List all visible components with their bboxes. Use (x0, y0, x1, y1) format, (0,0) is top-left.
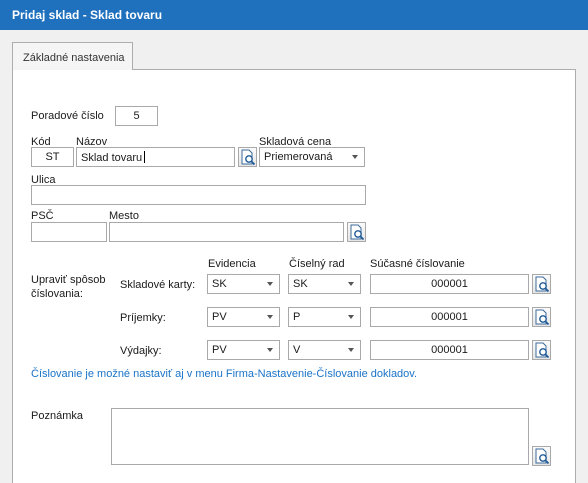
vydajky-lookup-button[interactable] (532, 340, 551, 360)
search-document-icon (241, 149, 256, 166)
chevron-down-icon (267, 348, 273, 352)
poradove-cislo-input[interactable]: 5 (115, 106, 158, 126)
chevron-down-icon (267, 282, 273, 286)
chevron-down-icon (267, 315, 273, 319)
vydajky-evidencia-select[interactable]: PV (207, 340, 280, 360)
nazov-input[interactable]: Sklad tovaru (76, 147, 235, 167)
search-document-icon (535, 276, 550, 293)
skladove-karty-evidencia-select[interactable]: SK (207, 274, 280, 294)
chevron-down-icon (348, 348, 354, 352)
poznamka-lookup-button[interactable] (532, 446, 551, 466)
skladove-karty-lookup-button[interactable] (532, 274, 551, 294)
chevron-down-icon (352, 155, 358, 159)
skladove-karty-current-input[interactable]: 000001 (370, 274, 529, 294)
skladova-cena-select[interactable]: Priemerovaná (259, 147, 365, 167)
kod-input[interactable]: ST (31, 147, 74, 167)
sucasne-cislovanie-header: Súčasné číslovanie (370, 258, 465, 270)
poznamka-textarea[interactable] (111, 408, 529, 465)
skladove-karty-rad-select[interactable]: SK (288, 274, 361, 294)
prijemky-label: Príjemky: (120, 312, 166, 324)
prijemky-lookup-button[interactable] (532, 307, 551, 327)
mesto-label: Mesto (109, 210, 139, 222)
vydajky-evidencia-value: PV (212, 344, 227, 356)
prijemky-rad-select[interactable]: P (288, 307, 361, 327)
chevron-down-icon (348, 282, 354, 286)
nazov-lookup-button[interactable] (238, 147, 257, 167)
search-document-icon (350, 224, 365, 241)
search-document-icon (535, 342, 550, 359)
skladove-karty-rad-value: SK (293, 278, 308, 290)
skladove-karty-evidencia-value: SK (212, 278, 227, 290)
prijemky-evidencia-select[interactable]: PV (207, 307, 280, 327)
poradove-cislo-label: Poradové číslo (31, 110, 104, 122)
nazov-value: Sklad tovaru (81, 152, 143, 164)
evidencia-header: Evidencia (208, 258, 256, 270)
cislovanie-note-link[interactable]: Číslovanie je možné nastaviť aj v menu F… (31, 368, 417, 380)
vydajky-rad-select[interactable]: V (288, 340, 361, 360)
mesto-input[interactable] (109, 222, 344, 242)
ulica-input[interactable] (31, 185, 366, 205)
prijemky-evidencia-value: PV (212, 311, 227, 323)
skladove-karty-label: Skladové karty: (120, 279, 196, 291)
skladova-cena-value: Priemerovaná (264, 151, 333, 163)
prijemky-rad-value: P (293, 311, 301, 323)
ciselny-rad-header: Číselný rad (289, 258, 345, 270)
text-cursor (144, 151, 146, 163)
vydajky-rad-value: V (293, 344, 301, 356)
search-document-icon (535, 309, 550, 326)
upravit-cislovanie-label: Upraviť spôsob číslovania: (31, 274, 106, 300)
window-title: Pridaj sklad - Sklad tovaru (0, 0, 588, 30)
poznamka-label: Poznámka (31, 410, 83, 422)
prijemky-current-input[interactable]: 000001 (370, 307, 529, 327)
psc-label: PSČ (31, 210, 54, 222)
vydajky-current-input[interactable]: 000001 (370, 340, 529, 360)
tab-zakladne-nastavenia[interactable]: Základné nastavenia (12, 42, 133, 70)
chevron-down-icon (348, 315, 354, 319)
vydajky-label: Výdajky: (120, 345, 162, 357)
mesto-lookup-button[interactable] (347, 222, 366, 242)
psc-input[interactable] (31, 222, 107, 242)
search-document-icon (535, 448, 550, 465)
